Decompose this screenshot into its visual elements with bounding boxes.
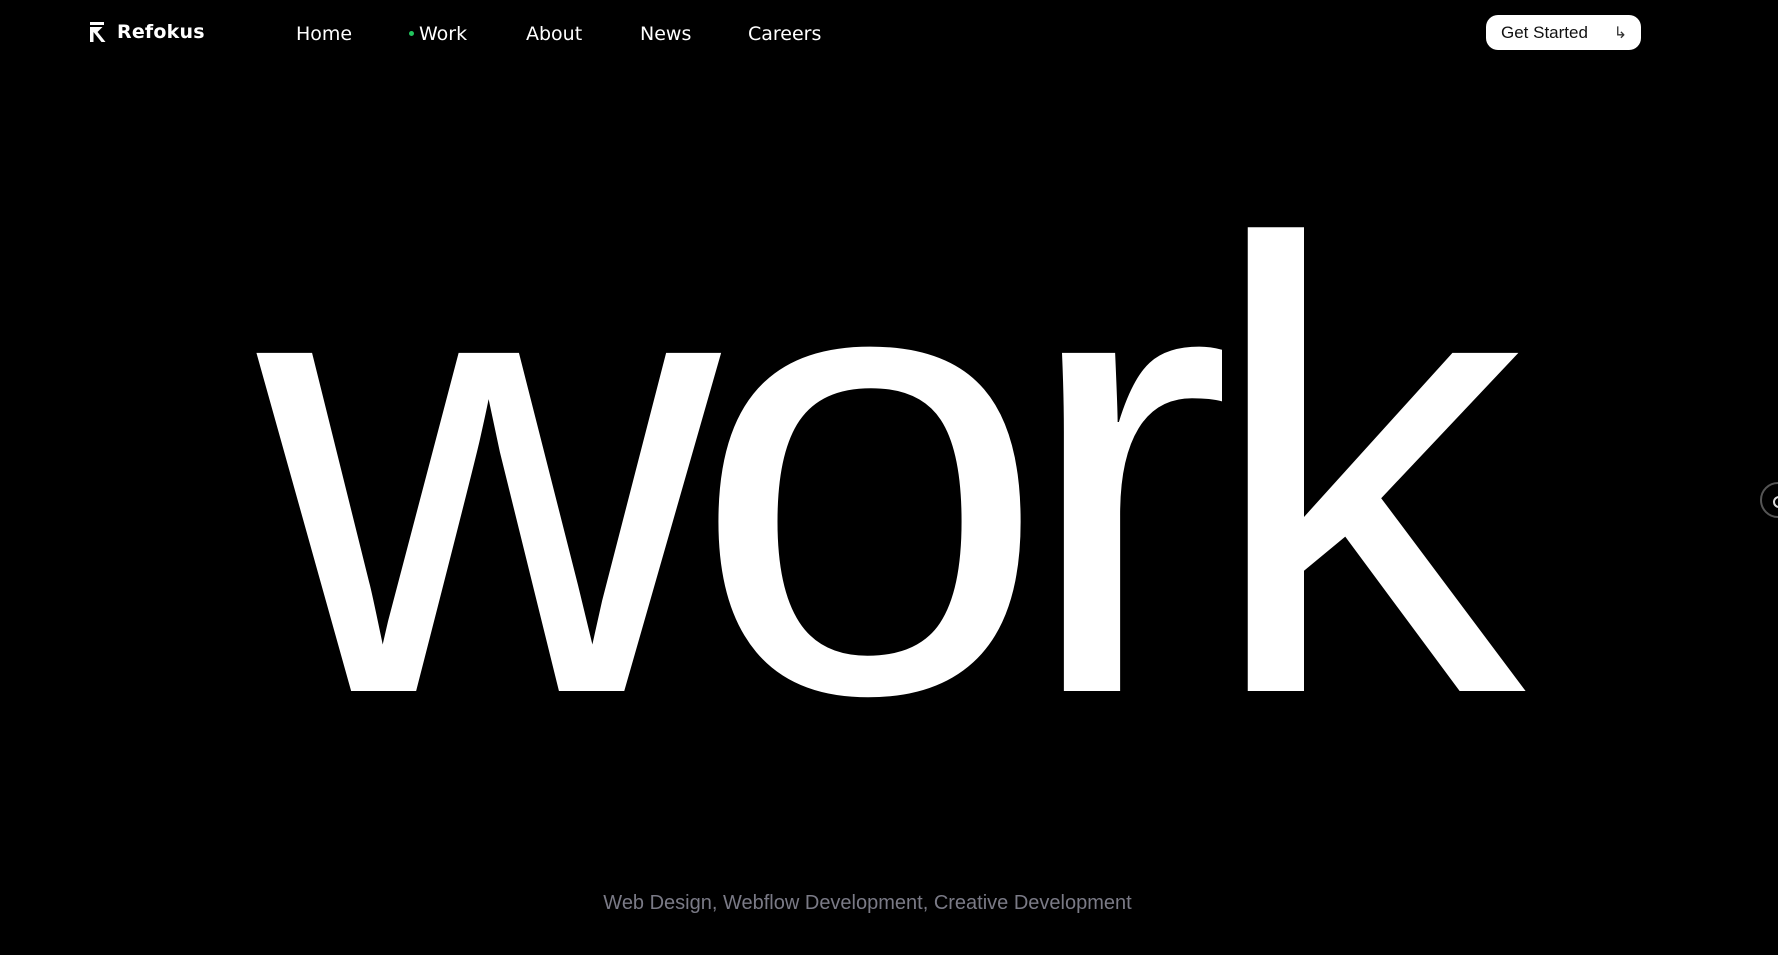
nav-item-label: News [640,23,692,45]
nav-item-label: About [526,23,583,45]
nav-item-careers[interactable]: Careers [748,21,821,47]
nav-item-label: Work [419,23,468,45]
brand-name: Refokus [117,21,205,43]
nav-item-work[interactable]: Work [409,21,468,47]
nav-item-label: Home [296,23,353,45]
page: Refokus Home Work About News Careers Get… [0,0,1778,955]
active-indicator-dot [409,31,414,36]
return-arrow-icon: ↳ [1613,23,1627,42]
hero-title: work [257,112,1524,827]
get-started-label: Get Started [1501,22,1588,42]
nav-item-news[interactable]: News [640,21,691,47]
nav-item-about[interactable]: About [526,21,582,47]
brand-logo[interactable]: Refokus [89,21,205,43]
nav-item-home[interactable]: Home [296,21,352,47]
nav-item-label: Careers [748,23,822,45]
refokus-arrow-logo-icon [89,21,107,43]
hero-tagline: Web Design, Webflow Development, Creativ… [603,892,1132,914]
get-started-button[interactable]: Get Started ↳ [1486,15,1641,50]
